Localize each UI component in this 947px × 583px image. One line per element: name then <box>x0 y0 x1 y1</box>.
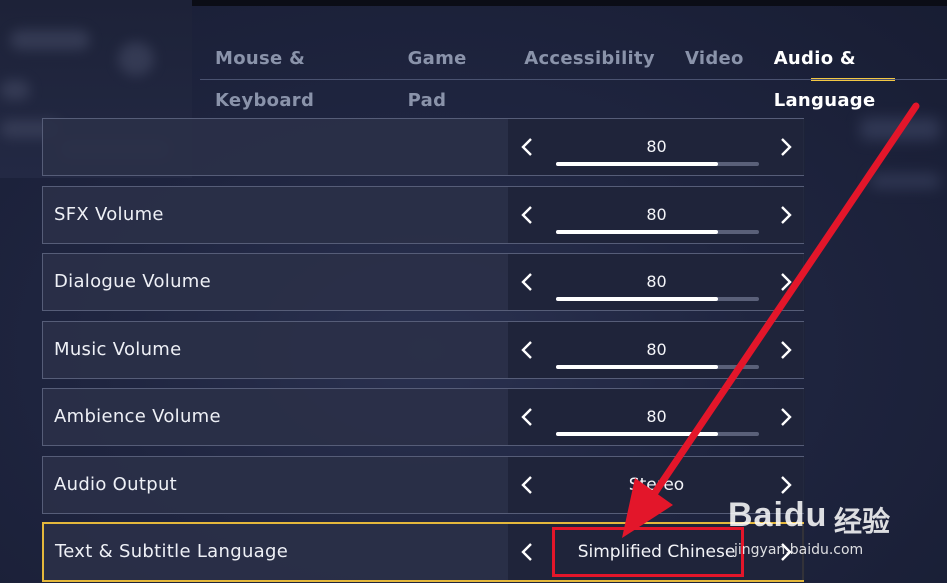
tab-accessibility[interactable]: Accessibility <box>509 38 670 80</box>
setting-row-audio-output: Audio Output Stereo <box>42 456 805 514</box>
increase-button[interactable] <box>767 389 805 445</box>
setting-label: SFX Volume <box>54 204 164 225</box>
slider-fill <box>556 162 719 166</box>
setting-row-dialogue-volume: Dialogue Volume 80 <box>42 253 805 311</box>
volume-slider[interactable] <box>556 432 759 436</box>
decrease-button[interactable] <box>508 254 546 310</box>
previous-option-button[interactable] <box>508 457 546 513</box>
chevron-right-icon <box>781 341 792 359</box>
blurred-overlay-right <box>850 110 947 230</box>
setting-label: Ambience Volume <box>54 406 221 427</box>
chevron-right-icon <box>781 206 792 224</box>
setting-value: 80 <box>646 137 667 156</box>
setting-control: 80 <box>508 322 805 378</box>
setting-row-volume: 80 <box>42 118 805 176</box>
previous-option-button[interactable] <box>508 524 546 580</box>
setting-row-subtitle-language: Text & Subtitle Language Simplified Chin… <box>42 522 805 582</box>
setting-value: 80 <box>646 205 667 224</box>
setting-value: Stereo <box>628 475 685 495</box>
increase-button[interactable] <box>767 187 805 243</box>
slider-fill <box>556 365 719 369</box>
slider-fill <box>556 297 719 301</box>
tab-audio-language[interactable]: Audio & Language <box>759 38 947 111</box>
slider-fill <box>556 432 719 436</box>
slider-fill <box>556 230 719 234</box>
tab-video[interactable]: Video <box>670 38 759 80</box>
setting-row-ambience-volume: Ambience Volume 80 <box>42 388 805 446</box>
chevron-right-icon <box>781 273 792 291</box>
setting-row-music-volume: Music Volume 80 <box>42 321 805 379</box>
decrease-button[interactable] <box>508 119 546 175</box>
increase-button[interactable] <box>767 119 805 175</box>
chevron-right-icon <box>781 138 792 156</box>
next-option-button[interactable] <box>767 524 805 580</box>
volume-slider[interactable] <box>556 162 759 166</box>
chevron-left-icon <box>521 206 532 224</box>
setting-control: Simplified Chinese <box>508 524 805 580</box>
next-option-button[interactable] <box>767 457 805 513</box>
chevron-right-icon <box>781 408 792 426</box>
chevron-left-icon <box>521 543 532 561</box>
setting-value: 80 <box>646 272 667 291</box>
setting-label: Dialogue Volume <box>54 271 211 292</box>
watermark-text: 经验 <box>834 505 891 538</box>
setting-value: 80 <box>646 340 667 359</box>
setting-control: 80 <box>508 187 805 243</box>
chevron-right-icon <box>781 543 792 561</box>
setting-value: 80 <box>646 407 667 426</box>
setting-label: Audio Output <box>54 474 178 495</box>
increase-button[interactable] <box>767 322 805 378</box>
setting-control: 80 <box>508 254 805 310</box>
setting-control: Stereo <box>508 457 805 513</box>
setting-label: Text & Subtitle Language <box>55 541 289 562</box>
tab-game-pad[interactable]: Game Pad <box>393 38 510 111</box>
chevron-left-icon <box>521 273 532 291</box>
chevron-left-icon <box>521 476 532 494</box>
setting-control: 80 <box>508 389 805 445</box>
decrease-button[interactable] <box>508 322 546 378</box>
setting-control: 80 <box>508 119 805 175</box>
increase-button[interactable] <box>767 254 805 310</box>
chevron-left-icon <box>521 341 532 359</box>
tab-mouse-keyboard[interactable]: Mouse & Keyboard <box>200 38 393 111</box>
volume-slider[interactable] <box>556 230 759 234</box>
chevron-right-icon <box>781 476 792 494</box>
decrease-button[interactable] <box>508 187 546 243</box>
settings-tab-bar: Mouse & Keyboard Game Pad Accessibility … <box>200 38 947 111</box>
decrease-button[interactable] <box>508 389 546 445</box>
tab-divider <box>200 79 947 80</box>
volume-slider[interactable] <box>556 297 759 301</box>
setting-label: Music Volume <box>54 339 182 360</box>
setting-row-sfx-volume: SFX Volume 80 <box>42 186 805 244</box>
chevron-left-icon <box>521 408 532 426</box>
setting-value: Simplified Chinese <box>577 542 736 562</box>
volume-slider[interactable] <box>556 365 759 369</box>
chevron-left-icon <box>521 138 532 156</box>
